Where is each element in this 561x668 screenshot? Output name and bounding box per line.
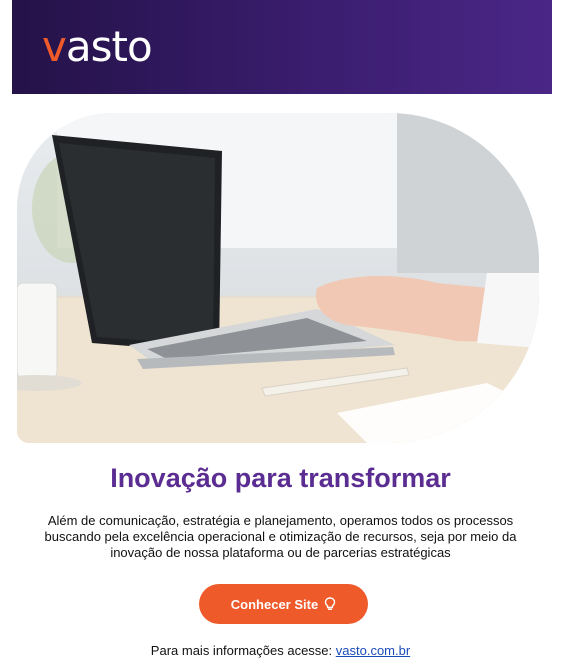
headline: Inovação para transformar (110, 463, 451, 493)
mug (17, 282, 58, 379)
footer-text: Para mais informações acesse: (150, 643, 336, 658)
logo-v-letter: v (42, 22, 67, 71)
website-link[interactable]: vasto.com.br (336, 643, 410, 658)
vasto-logo[interactable]: vasto (42, 22, 153, 72)
email-header: vasto (12, 0, 552, 94)
footer: Para mais informações acesse: vasto.com.… (0, 643, 561, 658)
lightbulb-icon (324, 597, 336, 611)
hero-image (17, 113, 539, 443)
visit-site-button[interactable]: Conhecer Site (199, 584, 368, 624)
visit-site-label: Conhecer Site (230, 596, 319, 612)
wall-shadow (397, 113, 539, 273)
laptop-illustration (17, 113, 539, 443)
description-text: Além de comunicação, estratégia e planej… (44, 513, 517, 560)
logo-rest: asto (65, 22, 153, 71)
sleeve (477, 273, 539, 348)
